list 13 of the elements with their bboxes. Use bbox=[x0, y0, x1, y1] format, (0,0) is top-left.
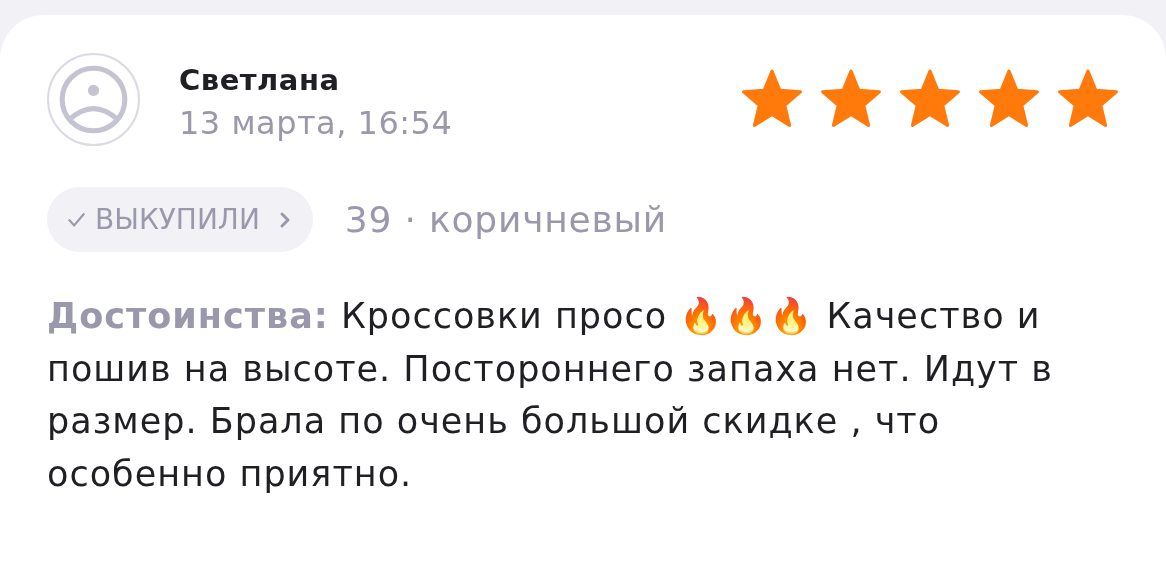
check-icon bbox=[67, 211, 86, 228]
product-variant: 39 · коричневый bbox=[344, 199, 667, 240]
star-icon bbox=[741, 68, 803, 128]
star-icon bbox=[978, 68, 1040, 128]
review-text: Достоинства: Кроссовки просо 🔥🔥🔥 Качество и пошив на высоте. Постороннего запаха нет. Идут в размер. Брала по очень большой скидке , что особенно приятно. bbox=[47, 295, 1054, 496]
star-icon bbox=[820, 68, 882, 128]
star-icon bbox=[899, 68, 961, 128]
review-date: 13 марта, 16:54 bbox=[179, 103, 453, 144]
star-icon bbox=[1057, 68, 1119, 128]
avatar-icon bbox=[47, 53, 140, 146]
chevron-icon bbox=[278, 210, 291, 229]
purchased-badge[interactable]: ВЫКУПИЛИ bbox=[47, 187, 313, 252]
author-name: Светлана bbox=[179, 62, 341, 99]
